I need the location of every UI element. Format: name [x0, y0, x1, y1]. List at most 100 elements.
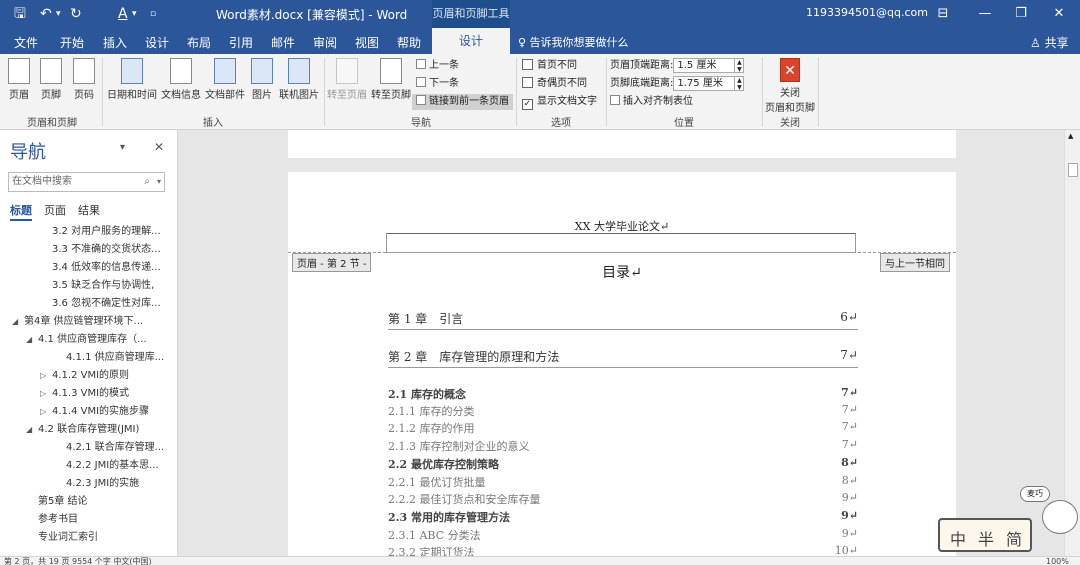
expand-toggle-icon[interactable]: ▷	[40, 371, 52, 380]
format-painter-icon[interactable]: A	[118, 5, 128, 23]
close-window-icon[interactable]: ✕	[1050, 5, 1068, 23]
tab-home[interactable]: 开始	[60, 34, 84, 51]
toc-entry[interactable]: 2.3.1 ABC 分类法 9↵	[388, 527, 858, 543]
different-first-page-checkbox[interactable]: 首页不同	[522, 58, 577, 74]
expand-toggle-icon[interactable]: ◢	[26, 425, 38, 434]
nav-close-icon[interactable]: ✕	[154, 140, 164, 154]
minimize-icon[interactable]: —	[976, 5, 994, 23]
tab-header-footer-design[interactable]: 设计	[432, 28, 510, 54]
customize-toolbar-icon[interactable]: ▫	[150, 5, 156, 23]
tab-help[interactable]: 帮助	[397, 34, 421, 51]
next-section-button[interactable]: 下一条	[416, 76, 459, 92]
footer-bottom-input[interactable]: 1.75 厘米	[673, 76, 736, 91]
pictures-button[interactable]: 图片	[250, 58, 274, 101]
nav-heading-item[interactable]: 参考书目	[26, 510, 78, 525]
vertical-scrollbar[interactable]: ▲	[1064, 130, 1080, 556]
nav-heading-item[interactable]: ▷ 4.1.4 VMI的实施步骤	[40, 402, 149, 417]
toc-entry[interactable]: 2.1 库存的概念 7↵	[388, 386, 858, 402]
account-name[interactable]: 1193394501@qq.com	[806, 6, 928, 19]
expand-toggle-icon[interactable]: ▷	[40, 407, 52, 416]
share-button[interactable]: ♙ 共享	[1030, 34, 1069, 51]
nav-heading-item[interactable]: ◢ 第4章 供应链管理环境下...	[12, 312, 143, 327]
link-to-previous-button[interactable]: 链接到前一条页眉	[412, 94, 513, 110]
format-dropdown-icon[interactable]: ▾	[132, 5, 137, 23]
tab-review[interactable]: 审阅	[313, 34, 337, 51]
different-odd-even-checkbox[interactable]: 奇偶页不同	[522, 76, 587, 92]
zoom-level[interactable]: 100%	[1046, 557, 1069, 565]
show-document-text-checkbox[interactable]: ✓ 显示文档文字	[522, 94, 597, 110]
tell-me-search[interactable]: ♀ 告诉我你想要做什么	[518, 34, 629, 50]
nav-heading-item[interactable]: 4.2.3 JMI的实施	[54, 474, 139, 489]
toc-entry[interactable]: 2.1.2 库存的作用 7↵	[388, 420, 858, 436]
nav-heading-item[interactable]: 4.2.2 JMI的基本思...	[54, 456, 159, 471]
header-button[interactable]: 页眉	[6, 58, 32, 101]
expand-toggle-icon[interactable]: ▷	[40, 389, 52, 398]
tab-mailings[interactable]: 邮件	[271, 34, 295, 51]
insert-alignment-tab-button[interactable]: 插入对齐制表位	[610, 94, 693, 110]
undo-icon[interactable]: ↶	[40, 5, 52, 23]
expand-toggle-icon[interactable]: ◢	[12, 317, 24, 326]
footer-bottom-spinner[interactable]: ▲ ▼	[735, 76, 745, 91]
header-top-spinner[interactable]: ▲ ▼	[735, 58, 745, 73]
toc-entry[interactable]: 2.3 常用的库存管理方法 9↵	[388, 509, 858, 525]
nav-heading-item[interactable]: 3.5 缺乏合作与协调性,	[40, 276, 154, 291]
tab-file[interactable]: 文件	[14, 34, 38, 51]
nav-heading-item[interactable]: 3.4 低效率的信息传递...	[40, 258, 161, 273]
nav-heading-item[interactable]: 4.2.1 联合库存管理...	[54, 438, 164, 453]
toc-entry[interactable]: 2.2 最优库存控制策略 8↵	[388, 456, 858, 472]
goto-footer-button[interactable]: 转至页脚	[370, 58, 412, 101]
online-pictures-button[interactable]: 联机图片	[278, 58, 320, 101]
header-area[interactable]	[386, 233, 856, 253]
quick-parts-icon	[214, 58, 236, 84]
scroll-up-icon[interactable]: ▲	[1068, 132, 1073, 140]
save-icon[interactable]: 🖫	[14, 5, 26, 23]
toc-entry[interactable]: 2.3.2 定期订货法 10↵	[388, 544, 858, 556]
previous-label: 上一条	[429, 60, 459, 71]
close-header-footer-button[interactable]: ✕ 关闭 页眉和页脚	[764, 58, 816, 114]
nav-tab-results[interactable]: 结果	[78, 202, 100, 218]
redo-icon[interactable]: ↻	[70, 5, 82, 23]
toc-entry[interactable]: 2.1.3 库存控制对企业的意义 7↵	[388, 438, 858, 454]
undo-dropdown-icon[interactable]: ▾	[56, 5, 61, 23]
toc-entry[interactable]: 2.1.1 库存的分类 7↵	[388, 403, 858, 419]
nav-heading-item[interactable]: 3.3 不准确的交货状态...	[40, 240, 161, 255]
nav-heading-item[interactable]: 第5章 结论	[26, 492, 88, 507]
maximize-icon[interactable]: ❐	[1012, 5, 1030, 23]
tab-view[interactable]: 视图	[355, 34, 379, 51]
nav-heading-item[interactable]: 3.2 对用户服务的理解...	[40, 222, 161, 237]
expand-toggle-icon[interactable]: ◢	[26, 335, 38, 344]
toc-entry[interactable]: 2.2.2 最佳订货点和安全库存量 9↵	[388, 491, 858, 507]
search-options-icon[interactable]: ▾	[157, 173, 161, 191]
nav-tab-headings[interactable]: 标题	[10, 202, 32, 221]
nav-tab-pages[interactable]: 页面	[44, 202, 66, 218]
nav-heading-item[interactable]: ◢ 4.2 联合库存管理(JMI)	[26, 420, 139, 435]
scrollbar-thumb[interactable]	[1068, 163, 1078, 177]
search-icon[interactable]: ⌕	[144, 173, 150, 191]
toc-entry[interactable]: 第 1 章 引言 6↵	[388, 310, 858, 330]
nav-heading-item[interactable]: ▷ 4.1.3 VMI的模式	[40, 384, 129, 399]
previous-section-button[interactable]: 上一条	[416, 58, 459, 74]
group-label-navigation: 导航	[411, 118, 431, 129]
page-number-button[interactable]: 页码	[70, 58, 98, 101]
quick-parts-button[interactable]: 文档部件	[204, 58, 246, 101]
footer-button[interactable]: 页脚	[38, 58, 64, 101]
nav-heading-item[interactable]: 专业词汇索引	[26, 528, 98, 543]
document-info-button[interactable]: 文档信息	[160, 58, 202, 101]
header-text[interactable]: XX 大学毕业论文↵	[288, 218, 956, 234]
tab-insert[interactable]: 插入	[103, 34, 127, 51]
goto-header-button[interactable]: 转至页眉	[327, 58, 367, 101]
nav-heading-item[interactable]: ▷ 4.1.2 VMI的原则	[40, 366, 129, 381]
toc-entry[interactable]: 2.2.1 最优订货批量 8↵	[388, 474, 858, 490]
nav-options-icon[interactable]: ▾	[120, 142, 125, 153]
header-top-input[interactable]: 1.5 厘米	[673, 58, 736, 73]
tab-design-main[interactable]: 设计	[145, 34, 169, 51]
nav-heading-item[interactable]: 3.6 忽视不确定性对库...	[40, 294, 161, 309]
toc-entry[interactable]: 第 2 章 库存管理的原理和方法 7↵	[388, 348, 858, 368]
nav-heading-item[interactable]: 4.1.1 供应商管理库...	[54, 348, 164, 363]
tab-references[interactable]: 引用	[229, 34, 253, 51]
date-time-button[interactable]: 日期和时间	[106, 58, 158, 101]
nav-heading-item[interactable]: ◢ 4.1 供应商管理库存（...	[26, 330, 147, 345]
ribbon-display-options-icon[interactable]: ⊟	[934, 5, 952, 23]
nav-search-input[interactable]: 在文档中搜索 ⌕ ▾	[8, 172, 165, 192]
tab-layout[interactable]: 布局	[187, 34, 211, 51]
